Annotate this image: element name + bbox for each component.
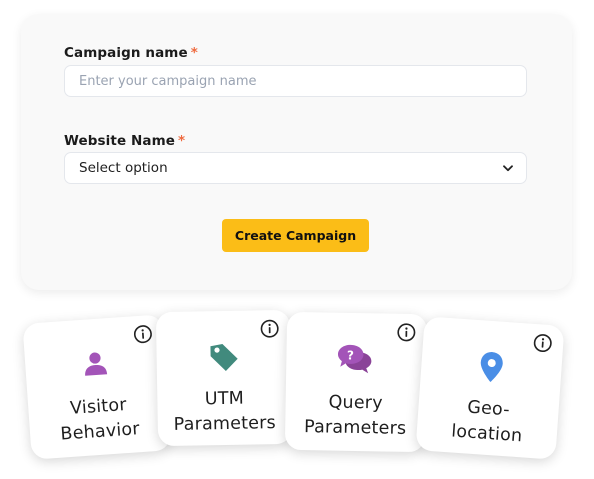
- website-select-value: Select option: [79, 160, 168, 176]
- required-asterisk: *: [178, 133, 186, 149]
- website-name-select[interactable]: Select option: [64, 152, 527, 184]
- tile-utm-parameters[interactable]: UTM Parameters: [155, 309, 293, 447]
- tile-label-line: Parameters: [303, 417, 407, 439]
- website-name-label: Website Name *: [64, 133, 185, 149]
- page: Campaign name* Website Name* Select opti…: [0, 0, 594, 479]
- svg-text:?: ?: [347, 348, 354, 362]
- required-asterisk: *: [190, 45, 198, 61]
- campaign-form-card: Campaign name* Website Name* Select opti…: [21, 14, 572, 290]
- tag-icon: [156, 340, 291, 374]
- tile-label: Geo- location: [416, 392, 559, 452]
- chevron-down-icon: [502, 162, 514, 174]
- question-chat-icon: ?: [286, 342, 427, 376]
- tile-label: UTM Parameters: [157, 386, 292, 438]
- tile-visitor-behavior[interactable]: Visitor Behavior: [22, 314, 172, 460]
- tile-label: Visitor Behavior: [28, 390, 171, 450]
- tile-label-line: UTM: [204, 388, 245, 410]
- person-icon: [25, 344, 167, 382]
- campaign-name-label: Campaign name *: [64, 45, 198, 61]
- info-icon[interactable]: [260, 319, 279, 338]
- campaign-name-input[interactable]: [64, 65, 527, 97]
- campaign-name-label-text: Campaign name: [64, 45, 188, 61]
- tile-query-parameters[interactable]: ? Query Parameters: [284, 311, 428, 453]
- info-icon[interactable]: [397, 323, 416, 342]
- create-campaign-button[interactable]: Create Campaign: [222, 219, 369, 252]
- tile-label: Query Parameters: [285, 390, 426, 442]
- info-icon[interactable]: [533, 333, 553, 353]
- info-icon[interactable]: [133, 324, 153, 344]
- tile-label-line: Query: [328, 392, 383, 414]
- website-name-label-text: Website Name: [64, 133, 176, 149]
- tile-geo-location[interactable]: Geo- location: [415, 316, 565, 460]
- tile-label-line: Parameters: [173, 413, 277, 435]
